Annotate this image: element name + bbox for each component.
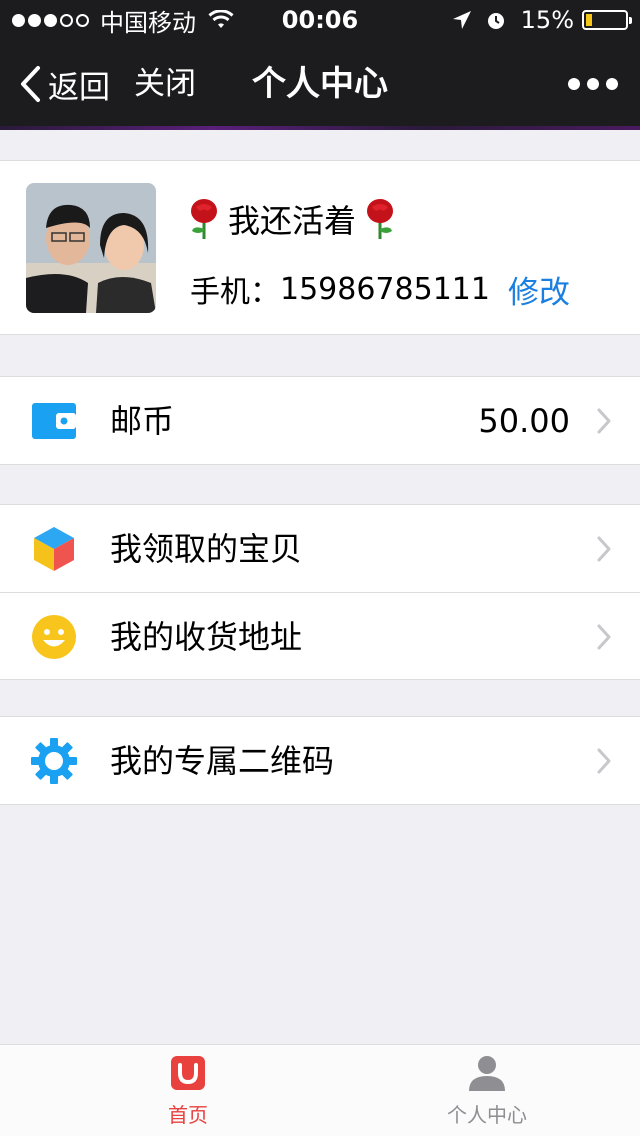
back-label: 返回 (48, 69, 110, 106)
nav-divider (0, 126, 640, 130)
coins-row[interactable]: 邮币 50.00 (0, 377, 640, 464)
chevron-right-icon (597, 748, 611, 774)
back-button[interactable]: 返回 (18, 62, 110, 106)
address-row[interactable]: 我的收货地址 (0, 592, 640, 679)
chevron-left-icon (21, 66, 40, 102)
coins-value: 50.00 (478, 402, 570, 440)
qrcode-label: 我的专属二维码 (110, 742, 335, 780)
battery-percent: 15% (520, 6, 574, 34)
rose-icon (367, 199, 394, 239)
tab-home-label: 首页 (168, 1103, 208, 1127)
battery-icon (582, 10, 632, 30)
box-icon (34, 527, 74, 571)
tab-profile-label: 个人中心 (447, 1103, 527, 1127)
close-button[interactable]: 关闭 (134, 62, 196, 106)
gear-icon (31, 738, 77, 784)
tab-bar: 首页 个人中心 (0, 1044, 640, 1136)
person-icon (469, 1056, 505, 1091)
avatar[interactable] (26, 183, 156, 313)
rose-icon (191, 199, 217, 239)
qrcode-row[interactable]: 我的专属二维码 (0, 717, 640, 804)
qrcode-group: 我的专属二维码 (0, 716, 640, 805)
phone-row: 手机： 15986785111 修改 (190, 267, 570, 312)
chevron-right-icon (597, 536, 611, 562)
received-items-row[interactable]: 我领取的宝贝 (0, 505, 640, 592)
more-options-button[interactable] (568, 70, 618, 98)
smiley-icon (32, 615, 76, 659)
profile-card: 我还活着 手机： 15986785111 修改 (0, 160, 640, 335)
phone-number: 15986785111 (280, 271, 490, 307)
tab-profile[interactable]: 个人中心 (387, 1053, 587, 1133)
received-items-label: 我领取的宝贝 (110, 530, 303, 568)
wallet-icon (32, 403, 76, 439)
nickname: 我还活着 (180, 197, 404, 241)
chevron-right-icon (597, 624, 611, 650)
nickname-text: 我还活着 (228, 202, 357, 240)
address-label: 我的收货地址 (110, 618, 303, 656)
coins-group: 邮币 50.00 (0, 376, 640, 465)
status-right: 15% (451, 6, 632, 34)
tab-home[interactable]: 首页 (88, 1053, 288, 1133)
nav-bar: 返回 关闭 个人中心 (0, 40, 640, 128)
orders-group: 我领取的宝贝 我的收货地址 (0, 504, 640, 680)
alarm-icon (487, 13, 504, 29)
chevron-right-icon (597, 408, 611, 434)
home-bag-icon (171, 1056, 205, 1090)
status-bar: 中国移动 00:06 15% (0, 0, 640, 40)
edit-phone-link[interactable]: 修改 (508, 267, 570, 312)
location-arrow-icon (452, 11, 471, 29)
phone-label: 手机： (190, 275, 280, 310)
coins-label: 邮币 (110, 402, 175, 440)
